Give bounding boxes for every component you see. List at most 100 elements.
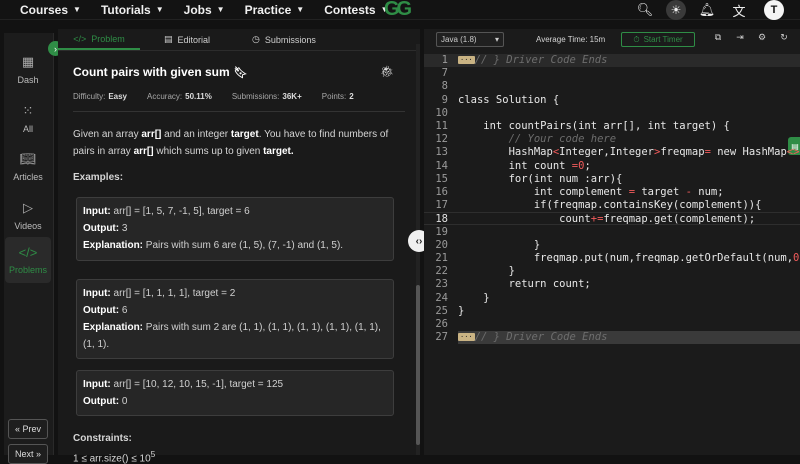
prev-button[interactable]: « Prev: [8, 419, 48, 439]
explanation-label: Explanation:: [83, 322, 144, 333]
code-line[interactable]: 17 if(freqmap.containsKey(complement)){: [424, 199, 800, 212]
line-number: 23: [435, 278, 448, 291]
code-text: ···// } Driver Code Ends: [458, 54, 608, 66]
tab-label: Submissions: [264, 34, 316, 45]
line-number: 19: [435, 225, 448, 238]
copy-icon[interactable]: ⧉: [712, 32, 724, 43]
code-text: count+=freqmap.get(complement);: [458, 213, 756, 226]
sidebar-item-all[interactable]: ⁙ All: [5, 95, 51, 141]
line-number: 7: [441, 67, 448, 80]
output-value: 0: [121, 396, 128, 407]
gfg-logo[interactable]: GG: [384, 0, 428, 20]
problem-description: Given an array arr[] and an integer targ…: [73, 126, 399, 160]
line-number: 8: [441, 80, 448, 93]
input-label: Input:: [83, 206, 111, 217]
theme-toggle-icon[interactable]: ☀: [666, 0, 686, 20]
line-number: 27: [435, 331, 448, 344]
code-line[interactable]: 26: [424, 318, 800, 331]
divider: [73, 111, 405, 112]
settings-icon[interactable]: ⚙: [756, 32, 768, 43]
code-line[interactable]: 19: [424, 226, 800, 239]
constraint-text: 1 ≤ arr.size() ≤ 105: [73, 449, 155, 464]
tab-editorial[interactable]: ▤ Editorial: [140, 29, 234, 50]
code-line[interactable]: 20 }: [424, 239, 800, 252]
code-editor[interactable]: 1 ···// } Driver Code Ends 7 8 9 class Soluti…: [424, 53, 800, 455]
code-line[interactable]: 24 }: [424, 292, 800, 305]
code-line[interactable]: 27 ···// } Driver Code Ends: [424, 331, 800, 345]
bell-icon[interactable]: 🔔︎: [696, 0, 718, 20]
exit-icon[interactable]: ⇥: [734, 32, 746, 43]
difficulty-label: Difficulty:: [73, 92, 106, 101]
input-value: arr[] = [1, 5, 7, -1, 5], target = 6: [113, 206, 250, 217]
nav-right: 🔍︎ ☀ 🔔︎ 文 T: [624, 0, 800, 20]
tab-submissions[interactable]: ◷ Submissions: [234, 29, 334, 50]
code-line[interactable]: 23 return count;: [424, 278, 800, 291]
nav-contests[interactable]: Contests ▼: [324, 3, 388, 17]
line-number: 26: [435, 318, 448, 330]
editor-toolbar: Java (1.8) ▾ Average Time: 15m ⏱ Start Tim…: [424, 29, 800, 53]
desc-bold: arr[]: [133, 146, 154, 157]
average-time: Average Time: 15m: [536, 35, 606, 44]
editor-actions: ⧉ ⇥ ⚙ ↻ ⛶: [712, 32, 800, 43]
next-button[interactable]: Next »: [8, 444, 48, 464]
report-bug-icon[interactable]: 🐞︎: [380, 65, 394, 78]
nav-jobs-label: Jobs: [183, 2, 212, 17]
code-line[interactable]: 14 int count =0;: [424, 160, 800, 173]
tab-label: Editorial: [177, 34, 211, 45]
language-select[interactable]: Java (1.8) ▾: [436, 32, 504, 47]
sidebar-item-label: Videos: [14, 220, 42, 231]
avatar[interactable]: T: [764, 0, 784, 20]
dashboard-icon: ▦: [21, 53, 35, 69]
sidebar-item-label: Problems: [8, 265, 47, 275]
code-line[interactable]: 10: [424, 107, 800, 120]
nav-courses-label: Courses: [20, 2, 69, 17]
code-line[interactable]: 15 for(int num :arr){: [424, 173, 800, 186]
scrollbar-thumb[interactable]: [416, 285, 420, 445]
points-label: Points:: [321, 92, 347, 101]
tab-problem[interactable]: </> Problem: [58, 29, 140, 50]
nav-jobs[interactable]: Jobs ▼: [184, 3, 225, 17]
line-number: 21: [435, 252, 448, 264]
example-explanation: Explanation: Pairs with sum 6 are (1, 5)…: [83, 237, 387, 254]
code-line[interactable]: 22 }: [424, 265, 800, 278]
nav-practice[interactable]: Practice ▼: [245, 3, 305, 17]
translate-icon[interactable]: 文: [728, 0, 750, 20]
start-timer-button[interactable]: ⏱ Start Timer: [621, 32, 695, 47]
code-text: }: [458, 265, 515, 278]
search-icon[interactable]: 🔍︎: [634, 0, 656, 20]
sidebar-item-articles[interactable]: 📖︎ Articles: [5, 143, 51, 189]
code-line[interactable]: 8: [424, 80, 800, 93]
example-box-2: Input: arr[] = [1, 1, 1, 1], target = 2 …: [76, 279, 394, 359]
code-line[interactable]: 9 class Solution {: [424, 94, 800, 107]
nav-tutorials-label: Tutorials: [100, 2, 151, 17]
accuracy-value: 50.11%: [185, 92, 212, 101]
problem-tabs: </> Problem ▤ Editorial ◷ Submissions: [58, 29, 420, 51]
book-icon: 📖︎: [19, 150, 37, 166]
code-line[interactable]: 25}: [424, 305, 800, 318]
line-number: 1: [441, 54, 448, 66]
code-line[interactable]: 11 int countPairs(int arr[], int target)…: [424, 120, 800, 133]
code-line[interactable]: 12 // Your code here: [424, 133, 800, 146]
nav-contests-label: Contests: [324, 2, 376, 17]
output-label: Output:: [83, 223, 120, 234]
code-line[interactable]: 16 int complement = target - num;: [424, 186, 800, 199]
nav-courses[interactable]: Courses ▼: [20, 3, 81, 17]
code-line[interactable]: 7: [424, 67, 800, 80]
nav-tutorials[interactable]: Tutorials ▼: [101, 3, 164, 17]
submissions: Submissions: 36K+: [232, 92, 302, 101]
sidebar-item-problems[interactable]: </> Problems: [5, 237, 51, 283]
bookmark-icon[interactable]: 🔖︎: [234, 66, 248, 79]
code-line[interactable]: 1 ···// } Driver Code Ends: [424, 54, 800, 67]
code-text: freqmap.put(num,freqmap.getOrDefault(num…: [458, 252, 800, 264]
difficulty-value: Easy: [108, 92, 127, 101]
sidebar-item-videos[interactable]: ▷ Videos: [5, 192, 51, 238]
code-text: HashMap<Integer,Integer>freqmap= new Has…: [458, 146, 800, 159]
line-number: 12: [435, 133, 448, 146]
code-line[interactable]: 18 count+=freqmap.get(complement);: [424, 212, 800, 226]
code-line[interactable]: 13 HashMap<Integer,Integer>freqmap= new …: [424, 146, 800, 159]
code-line[interactable]: 21 freqmap.put(num,freqmap.getOrDefault(…: [424, 252, 800, 265]
refresh-icon[interactable]: ↻: [778, 32, 790, 43]
code-text: return count;: [458, 278, 591, 291]
sidebar-item-dash[interactable]: ▦ Dash: [5, 46, 51, 92]
code-text: for(int num :arr){: [458, 172, 623, 185]
